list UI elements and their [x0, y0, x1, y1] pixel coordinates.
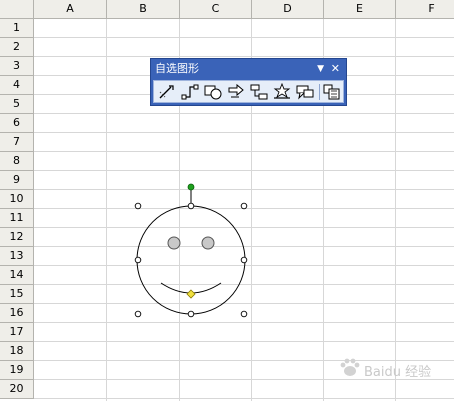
gridline-horizontal [34, 284, 454, 285]
row-header-18[interactable]: 18 [0, 342, 34, 361]
row-header-1[interactable]: 1 [0, 19, 34, 38]
row-header-12[interactable]: 12 [0, 228, 34, 247]
gridline-horizontal [34, 56, 454, 57]
column-header-f[interactable]: F [396, 0, 454, 19]
toolbar-close-icon[interactable]: ✕ [331, 62, 340, 75]
resize-handle[interactable] [240, 310, 248, 318]
gridline-vertical [106, 19, 107, 401]
row-header-9[interactable]: 9 [0, 171, 34, 190]
row-header-3[interactable]: 3 [0, 57, 34, 76]
gridline-horizontal [34, 341, 454, 342]
toolbar-title: 自选图形 [155, 62, 199, 75]
gridline-horizontal [34, 37, 454, 38]
gridline-horizontal [34, 189, 454, 190]
watermark: Baidu 经验 [338, 356, 448, 382]
toolbar-body [153, 80, 344, 103]
gridline-horizontal [34, 151, 454, 152]
gridline-horizontal [34, 170, 454, 171]
resize-handle[interactable] [240, 202, 248, 210]
row-header-15[interactable]: 15 [0, 285, 34, 304]
row-header-19[interactable]: 19 [0, 361, 34, 380]
resize-handle[interactable] [187, 310, 195, 318]
row-header-13[interactable]: 13 [0, 247, 34, 266]
gridline-horizontal [34, 303, 454, 304]
flowchart-icon[interactable] [249, 83, 269, 101]
row-header-2[interactable]: 2 [0, 38, 34, 57]
rotate-handle[interactable] [187, 183, 195, 191]
column-header-b[interactable]: B [107, 0, 180, 19]
row-header-10[interactable]: 10 [0, 190, 34, 209]
row-header-17[interactable]: 17 [0, 323, 34, 342]
resize-handle[interactable] [134, 256, 142, 264]
autoshapes-toolbar[interactable]: 自选图形 ▼ ✕ [150, 58, 347, 106]
row-header-16[interactable]: 16 [0, 304, 34, 323]
left-eye [167, 236, 181, 250]
lines-icon[interactable] [157, 83, 177, 101]
gridline-horizontal [34, 132, 454, 133]
row-header-8[interactable]: 8 [0, 152, 34, 171]
row-header-14[interactable]: 14 [0, 266, 34, 285]
resize-handle[interactable] [240, 256, 248, 264]
row-header-20[interactable]: 20 [0, 380, 34, 399]
row-header-11[interactable]: 11 [0, 209, 34, 228]
column-header-c[interactable]: C [180, 0, 252, 19]
row-header-7[interactable]: 7 [0, 133, 34, 152]
stars-banners-icon[interactable] [272, 83, 292, 101]
callouts-icon[interactable] [295, 83, 315, 101]
gridline-horizontal [34, 113, 454, 114]
resize-handle[interactable] [187, 202, 195, 210]
row-header-4[interactable]: 4 [0, 76, 34, 95]
column-header-e[interactable]: E [324, 0, 396, 19]
resize-handle[interactable] [134, 310, 142, 318]
basic-shapes-icon[interactable] [203, 83, 223, 101]
column-header-a[interactable]: A [34, 0, 107, 19]
gridline-horizontal [34, 246, 454, 247]
row-header-5[interactable]: 5 [0, 95, 34, 114]
paw-logo-icon [340, 358, 360, 376]
gridline-vertical [395, 19, 396, 401]
watermark-text: Baidu 经验 [364, 365, 432, 380]
toolbar-separator [319, 84, 320, 100]
toolbar-options-icon[interactable]: ▼ [317, 63, 324, 75]
select-all-corner[interactable] [0, 0, 34, 19]
gridline-horizontal [34, 265, 454, 266]
connectors-icon[interactable] [180, 83, 200, 101]
block-arrows-icon[interactable] [226, 83, 246, 101]
more-autoshapes-icon[interactable] [322, 83, 342, 101]
right-eye [201, 236, 215, 250]
row-header-6[interactable]: 6 [0, 114, 34, 133]
gridline-horizontal [34, 322, 454, 323]
gridline-horizontal [34, 398, 454, 399]
resize-handle[interactable] [134, 202, 142, 210]
column-header-d[interactable]: D [252, 0, 324, 19]
gridline-horizontal [34, 227, 454, 228]
